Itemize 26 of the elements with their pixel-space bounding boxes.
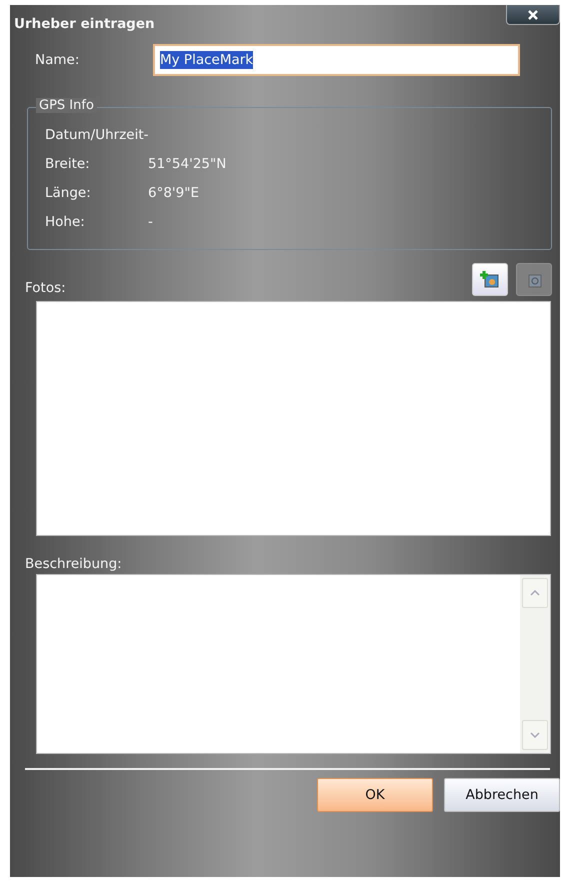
cancel-button[interactable]: Abbrechen <box>444 778 560 812</box>
photo-list[interactable] <box>36 301 551 536</box>
chevron-up-icon <box>530 590 540 596</box>
add-photo-button[interactable] <box>472 263 508 296</box>
name-field[interactable]: My PlaceMark <box>153 44 520 76</box>
close-button[interactable] <box>506 5 560 25</box>
photos-label: Fotos: <box>25 280 66 296</box>
description-field[interactable] <box>36 574 551 754</box>
info-value: 6°8'9"E <box>148 184 199 200</box>
scrollbar[interactable] <box>520 575 550 753</box>
close-icon <box>527 10 539 20</box>
info-value: 51°54'25"N <box>148 156 226 172</box>
chevron-down-icon <box>530 732 540 738</box>
window-title: Urheber eintragen <box>14 16 155 32</box>
add-picture-icon <box>480 270 500 290</box>
description-label: Beschreibung: <box>25 556 123 572</box>
scroll-down-button[interactable] <box>522 720 548 750</box>
info-value: - <box>148 214 153 230</box>
info-label: Datum/Uhrzeit- <box>45 126 148 142</box>
name-label: Name: <box>35 52 80 68</box>
info-label: Breite: <box>45 156 91 172</box>
scroll-up-button[interactable] <box>522 578 548 608</box>
info-label: Länge: <box>45 184 92 200</box>
ok-button[interactable]: OK <box>317 778 433 812</box>
group-legend: GPS Info <box>36 98 97 113</box>
info-label: Hohe: <box>45 214 86 230</box>
